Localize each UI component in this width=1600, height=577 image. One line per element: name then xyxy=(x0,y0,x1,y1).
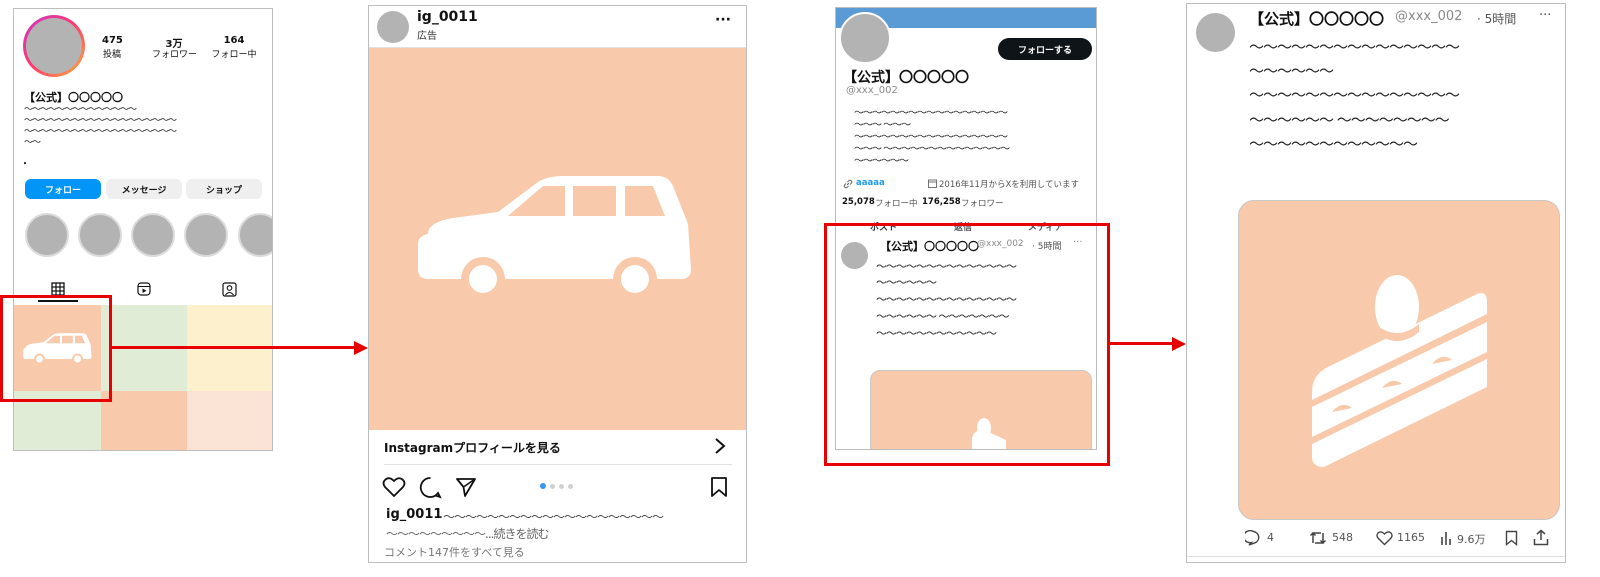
follow-button[interactable]: フォロー xyxy=(25,179,101,199)
arrow-connector xyxy=(1110,342,1174,345)
following-count[interactable]: 164 xyxy=(222,35,246,46)
like-count: 1165 xyxy=(1397,531,1425,544)
grid-post[interactable] xyxy=(187,391,272,450)
arrow-connector xyxy=(112,346,356,349)
grid-tab-icon[interactable] xyxy=(51,282,65,296)
post-time: · 5時間 xyxy=(1477,12,1517,26)
highlight-story[interactable] xyxy=(238,213,272,257)
chevron-right-icon[interactable] xyxy=(713,437,727,455)
avatar-image xyxy=(26,18,82,74)
calendar-icon xyxy=(928,179,937,188)
caption-read-more[interactable]: 〜〜〜〜〜〜〜〜〜...続きを読む xyxy=(386,525,549,542)
cake-icon xyxy=(1312,275,1487,467)
followers-count[interactable]: 176,258 xyxy=(922,197,961,207)
instagram-post-panel: ig_0011 広告 ··· Instagramプロフィールを見る ig_001… xyxy=(368,5,747,563)
repost-count: 548 xyxy=(1332,531,1353,544)
post-username[interactable]: ig_0011 xyxy=(417,9,478,25)
follow-button[interactable]: フォローする xyxy=(998,38,1092,60)
posts-label: 投稿 xyxy=(102,50,121,60)
more-options-icon[interactable]: ··· xyxy=(715,12,731,28)
highlight-box-x-post xyxy=(824,223,1110,466)
post-avatar[interactable] xyxy=(1196,13,1235,52)
post-line: 〜〜〜〜〜〜〜〜〜〜〜〜 xyxy=(1249,135,1418,153)
views-count: 9.6万 xyxy=(1457,533,1486,546)
post-line: 〜〜〜〜〜〜 〜〜〜〜〜〜〜〜 xyxy=(1249,111,1450,129)
highlight-story[interactable] xyxy=(25,213,69,257)
link-icon xyxy=(843,179,853,189)
profile-link-divider xyxy=(384,464,732,465)
reels-tab-icon[interactable] xyxy=(137,282,151,296)
carousel-dot xyxy=(550,484,555,489)
reply-count: 4 xyxy=(1267,531,1274,544)
shop-button[interactable]: ショップ xyxy=(186,179,262,199)
bookmark-icon[interactable] xyxy=(1505,530,1518,546)
grid-post[interactable] xyxy=(101,391,187,450)
following-label[interactable]: フォロー中 xyxy=(211,47,257,60)
highlight-story[interactable] xyxy=(131,213,175,257)
post-line: 〜〜〜〜〜〜〜〜〜〜〜〜〜〜〜 xyxy=(1249,86,1460,104)
sponsored-label: 広告 xyxy=(417,31,437,42)
reply-icon[interactable] xyxy=(1245,530,1262,546)
posts-count: 475 xyxy=(102,35,123,46)
carousel-dot xyxy=(559,484,564,489)
x-post-panel: 【公式】〇〇〇〇〇 @xxx_002 · 5時間 ··· 〜〜〜〜〜〜〜〜〜〜〜… xyxy=(1186,3,1566,563)
profile-name: 【公式】〇〇〇〇〇 xyxy=(843,70,969,86)
highlight-box-ig-grid xyxy=(0,295,112,402)
carousel-dot-active xyxy=(540,483,546,489)
heart-icon[interactable] xyxy=(382,476,406,498)
share-icon[interactable] xyxy=(1533,529,1549,546)
tagged-tab-icon[interactable] xyxy=(222,282,237,297)
views-icon[interactable] xyxy=(1440,530,1455,546)
following-label[interactable]: フォロー中 xyxy=(875,197,918,209)
comment-icon[interactable] xyxy=(419,476,442,499)
message-button[interactable]: メッセージ xyxy=(106,179,182,199)
bio-line: 〜〜 xyxy=(24,138,41,148)
repost-icon[interactable] xyxy=(1309,530,1327,546)
followers-label[interactable]: フォロワー xyxy=(152,47,197,60)
car-icon xyxy=(418,176,691,301)
caption-username[interactable]: ig_0011 xyxy=(386,507,442,522)
following-count[interactable]: 25,078 xyxy=(842,197,875,207)
carousel-dot xyxy=(568,484,573,489)
arrow-head xyxy=(354,341,368,355)
highlight-story[interactable] xyxy=(78,213,122,257)
bio-line: 〜〜〜〜〜〜〜〜〜〜〜〜〜〜〜〜〜〜〜 xyxy=(24,127,177,137)
post-more-icon[interactable]: ··· xyxy=(1539,8,1551,23)
like-icon[interactable] xyxy=(1376,530,1393,546)
view-profile-link[interactable]: Instagramプロフィールを見る xyxy=(384,439,561,456)
post-author-handle: @xxx_002 xyxy=(1395,9,1463,24)
action-bar-divider xyxy=(1187,556,1565,557)
arrow-head xyxy=(1172,337,1186,351)
post-avatar[interactable] xyxy=(377,11,409,43)
bio-line: 〜〜〜〜〜〜 xyxy=(854,156,909,167)
join-date: 2016年11月からXを利用しています xyxy=(939,180,1080,190)
followers-label[interactable]: フォロワー xyxy=(961,197,1004,209)
highlight-story[interactable] xyxy=(184,213,228,257)
profile-avatar[interactable] xyxy=(839,12,891,64)
share-icon[interactable] xyxy=(455,476,477,498)
view-comments-link[interactable]: コメント147件をすべて見る xyxy=(384,544,525,560)
bookmark-icon[interactable] xyxy=(710,476,728,498)
caption-text: 〜〜〜〜〜〜〜〜〜〜〜〜〜〜〜〜〜〜〜〜 xyxy=(443,510,664,524)
profile-link[interactable]: aaaaa xyxy=(856,178,885,188)
profile-handle: @xxx_002 xyxy=(846,85,898,96)
post-line: 〜〜〜〜〜〜 xyxy=(1249,62,1334,80)
post-line: 〜〜〜〜〜〜〜〜〜〜〜〜〜〜〜 xyxy=(1249,38,1460,56)
post-author-name[interactable]: 【公式】〇〇〇〇〇 xyxy=(1249,8,1384,29)
bio-dot: ・ xyxy=(20,159,30,170)
